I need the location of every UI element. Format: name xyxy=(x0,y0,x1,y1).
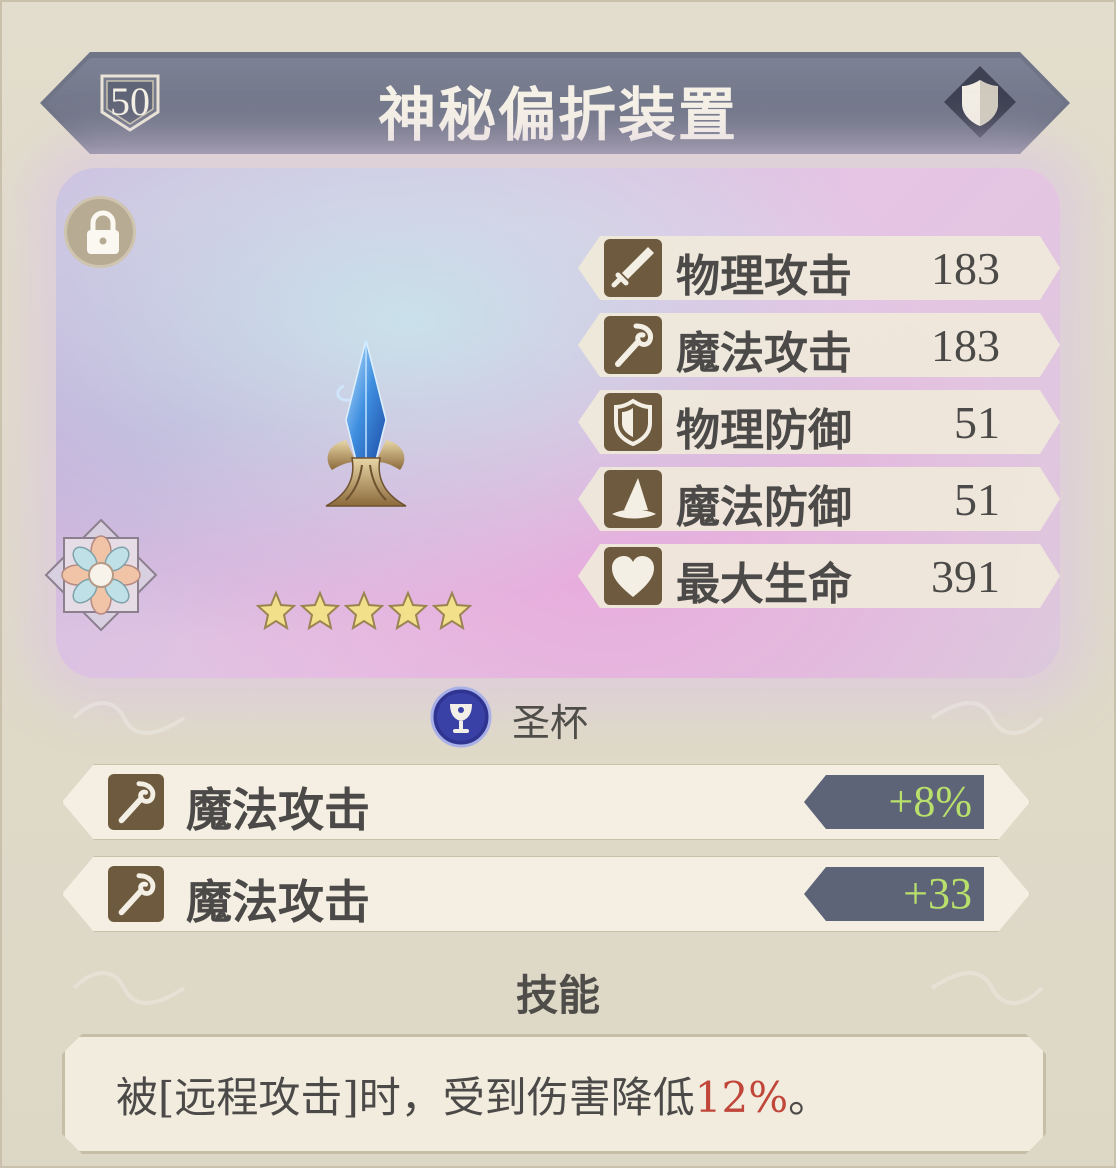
skill-text-after: 。 xyxy=(788,1073,831,1122)
staff-icon xyxy=(604,316,662,374)
star-icon xyxy=(300,590,340,630)
star-icon xyxy=(388,590,428,630)
sub-stat-name: 魔法攻击 xyxy=(186,783,370,837)
set-name: 圣杯 xyxy=(512,701,589,745)
flower-emblem-icon xyxy=(44,518,158,632)
stat-name: 魔法攻击 xyxy=(676,328,852,379)
lock-icon xyxy=(87,210,119,254)
item-title: 神秘偏折装置 xyxy=(377,81,738,149)
skill-title: 技能 xyxy=(515,971,600,1020)
stat-value: 183 xyxy=(931,243,1000,294)
stat-value: 51 xyxy=(954,397,1000,448)
ornament-left-2 xyxy=(72,971,186,1005)
rarity-stars xyxy=(256,590,472,630)
stat-name: 魔法防御 xyxy=(676,482,852,533)
crystal-device-image xyxy=(325,339,407,507)
shield-icon xyxy=(944,66,1016,138)
skill-highlight-value: 12% xyxy=(694,1073,789,1122)
staff-icon xyxy=(108,866,164,922)
shield-icon xyxy=(604,393,662,451)
sword-icon xyxy=(604,239,662,297)
stat-value: 51 xyxy=(954,474,1000,525)
star-icon xyxy=(344,590,384,630)
skill-text-before: 被[远程攻击]时，受到伤害降低 xyxy=(116,1073,695,1122)
ornament-right-2 xyxy=(930,971,1044,1005)
stat-name: 最大生命 xyxy=(676,559,852,610)
ornament-right xyxy=(930,701,1044,735)
staff-icon xyxy=(108,774,164,830)
sub-stat-name: 魔法攻击 xyxy=(186,875,370,929)
holy-grail-icon xyxy=(430,686,492,748)
stat-value: 391 xyxy=(931,551,1000,602)
ornament-left xyxy=(72,701,186,735)
stat-name: 物理攻击 xyxy=(676,251,852,302)
sub-stat-value: +33 xyxy=(804,867,984,921)
stat-value: 183 xyxy=(931,320,1000,371)
sub-stat-value: +8% xyxy=(804,775,984,829)
lock-button[interactable] xyxy=(64,196,136,268)
star-icon xyxy=(256,590,296,630)
stat-name: 物理防御 xyxy=(676,405,852,456)
heart-icon xyxy=(604,547,662,605)
wizard-hat-icon xyxy=(604,470,662,528)
star-icon xyxy=(432,590,472,630)
skill-description: 被[远程攻击]时，受到伤害降低12%。 xyxy=(116,1064,830,1125)
item-level: 50 xyxy=(110,79,150,124)
